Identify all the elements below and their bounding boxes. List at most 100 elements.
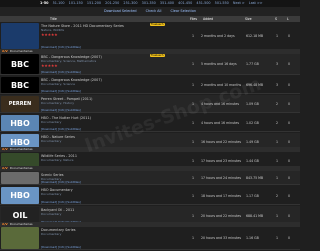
files-count: 1 bbox=[192, 140, 195, 144]
download-selected-button[interactable]: Download Selected bbox=[104, 9, 137, 13]
seeders-count: 1 bbox=[276, 140, 279, 144]
category-subname: Documentaries bbox=[9, 222, 33, 226]
torrent-action-links[interactable]: [Download] [Info] [Subtitles] bbox=[41, 89, 81, 93]
category-label[interactable]: A/V Documentaries bbox=[2, 166, 33, 171]
page-link[interactable]: 301-350 bbox=[142, 1, 156, 5]
rating-stars: ★★★★★ bbox=[41, 63, 58, 68]
rating-stars: ★★★★★ bbox=[41, 32, 58, 37]
leechers-count: 0 bbox=[288, 159, 291, 163]
category-subname: Documentaries bbox=[9, 49, 33, 53]
torrent-tags: Documentary bbox=[41, 232, 62, 236]
category-bar: A/V Documentaries bbox=[0, 222, 300, 227]
size-value: 1.16 GB bbox=[246, 236, 259, 240]
poster-thumbnail[interactable]: PERREN bbox=[1, 96, 39, 112]
files-count: 1 bbox=[192, 83, 195, 87]
poster-thumbnail[interactable]: HBO bbox=[1, 115, 39, 131]
leechers-count: 0 bbox=[288, 194, 291, 198]
page-link[interactable]: 1-50 bbox=[40, 1, 49, 5]
seeders-count: 1 bbox=[276, 34, 279, 38]
category-label[interactable]: A/V Documentaries bbox=[2, 49, 33, 54]
size-value: 843.75 MB bbox=[246, 176, 264, 180]
files-count: 1 bbox=[192, 236, 195, 240]
seeders-count: 1 bbox=[276, 214, 279, 218]
page-link[interactable]: 251-300 bbox=[123, 1, 137, 5]
torrent-tags: Documentary bbox=[41, 192, 62, 196]
added-time: 20 hours and 22 minutes bbox=[201, 214, 242, 218]
torrent-action-links[interactable]: [Download] [Info] [Subtitles] bbox=[41, 70, 81, 74]
leechers-count: 0 bbox=[288, 83, 291, 87]
added-time: 17 hours and 24 minutes bbox=[201, 176, 242, 180]
seeders-count: 2 bbox=[276, 194, 279, 198]
files-count: 1 bbox=[192, 176, 195, 180]
selection-toolbar: Download Selected Check All Clear Select… bbox=[0, 7, 300, 16]
check-all-button[interactable]: Check All bbox=[146, 9, 162, 13]
files-count: 1 bbox=[192, 62, 195, 66]
clear-selection-button[interactable]: Clear Selection bbox=[170, 9, 196, 13]
poster-thumbnail[interactable]: BBC bbox=[1, 54, 39, 74]
size-value: 1.49 GB bbox=[246, 140, 259, 144]
torrent-action-links[interactable]: [Download] [Info] [Subtitles] bbox=[41, 200, 81, 204]
files-count: 1 bbox=[192, 159, 195, 163]
added-time: 2 months and 2 days bbox=[201, 34, 235, 38]
poster-thumbnail[interactable]: BBC bbox=[1, 77, 39, 93]
seeders-count: 3 bbox=[276, 83, 279, 87]
table-row: Documentary Series Documentary [Download] … bbox=[0, 226, 300, 250]
category-name: A/V bbox=[2, 166, 8, 170]
page-link[interactable]: 51-100 bbox=[53, 1, 65, 5]
category-subname: Documentaries bbox=[9, 166, 33, 170]
files-count: 1 bbox=[192, 214, 195, 218]
category-name: A/V bbox=[2, 222, 8, 226]
added-time: 4 hours and 16 minutes bbox=[201, 121, 239, 125]
leechers-count: 0 bbox=[288, 34, 291, 38]
poster-thumbnail[interactable] bbox=[1, 23, 39, 49]
torrent-tags: Documentary, History bbox=[41, 101, 74, 105]
leechers-count: 0 bbox=[288, 102, 291, 106]
torrent-tags: Documentary, Nature bbox=[41, 158, 74, 162]
pagination-bar: 1-50 51-100 101-150 151-200 201-250 251-… bbox=[0, 0, 300, 7]
last-page-link[interactable]: Last >> bbox=[249, 1, 263, 5]
poster-thumbnail[interactable] bbox=[1, 227, 39, 249]
leechers-count: 0 bbox=[288, 214, 291, 218]
table-row: HBO HBO Documentary Documentary [Download] … bbox=[0, 186, 300, 205]
category-bar: A/V Documentaries bbox=[0, 166, 300, 171]
added-time: 20 hours and 33 minutes bbox=[201, 236, 242, 240]
poster-thumbnail[interactable]: HBO bbox=[1, 187, 39, 204]
leechers-count: 0 bbox=[288, 62, 291, 66]
page-link[interactable]: 451-500 bbox=[196, 1, 210, 5]
next-page-link[interactable]: Next > bbox=[233, 1, 245, 5]
category-subname: Documentaries bbox=[9, 147, 33, 151]
category-name: A/V bbox=[2, 49, 8, 53]
category-name: A/V bbox=[2, 147, 8, 151]
category-bar: A/V Documentaries bbox=[0, 49, 300, 54]
page-link[interactable]: 101-150 bbox=[69, 1, 83, 5]
category-label[interactable]: A/V Documentaries bbox=[2, 222, 33, 227]
size-value: 1.17 GB bbox=[246, 194, 259, 198]
page-link[interactable]: 401-450 bbox=[178, 1, 192, 5]
torrent-tags: Documentary, Science, Mathematics bbox=[41, 59, 97, 63]
torrent-action-links[interactable]: [Download] [Info] [Subtitles] bbox=[41, 245, 81, 249]
poster-thumbnail[interactable] bbox=[1, 172, 39, 184]
page-link[interactable]: 501-550 bbox=[215, 1, 229, 5]
size-value: 688.41 MB bbox=[246, 214, 264, 218]
page-link[interactable]: 201-250 bbox=[105, 1, 119, 5]
size-value: 1.44 GB bbox=[246, 159, 259, 163]
torrent-action-links[interactable]: [Download] [Info] [Subtitles] bbox=[41, 180, 81, 184]
freeleech-badge: Freeleech bbox=[150, 23, 165, 26]
seeders-count: 2 bbox=[276, 121, 279, 125]
category-label[interactable]: A/V Documentaries bbox=[2, 147, 33, 152]
freeleech-badge: Freeleech bbox=[150, 54, 165, 57]
seeders-count: 1 bbox=[276, 159, 279, 163]
added-time: 16 hours and 22 minutes bbox=[201, 140, 242, 144]
size-value: 1.77 GB bbox=[246, 62, 259, 66]
table-row: Scenic Series Documentary [Download] [Info… bbox=[0, 171, 300, 185]
torrent-tags: Documentary, Science bbox=[41, 82, 75, 86]
files-count: 1 bbox=[192, 194, 195, 198]
page-link[interactable]: 151-200 bbox=[87, 1, 101, 5]
leechers-count: 0 bbox=[288, 140, 291, 144]
files-count: 1 bbox=[192, 34, 195, 38]
seeders-count: 2 bbox=[276, 102, 279, 106]
torrent-action-links[interactable]: [Download] [Info] [Subtitles] bbox=[41, 108, 81, 112]
page-link[interactable]: 351-400 bbox=[160, 1, 174, 5]
table-row: BBC BBC - Dangerous Knowledge (2007) Docum… bbox=[0, 53, 300, 75]
torrent-action-links[interactable]: [Download] [Info] [Subtitles] bbox=[41, 127, 81, 131]
